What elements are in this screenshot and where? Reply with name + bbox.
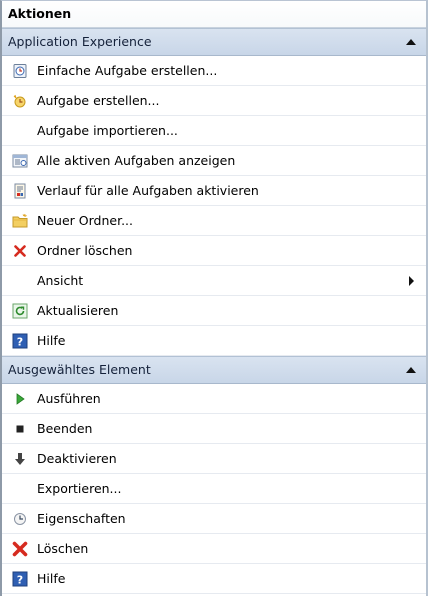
action-label: Aktualisieren — [37, 303, 119, 318]
collapse-arrow-icon[interactable] — [406, 39, 416, 45]
action-label: Deaktivieren — [37, 451, 117, 466]
properties-icon — [12, 511, 28, 527]
delete-icon — [12, 243, 28, 259]
action-show-running-tasks[interactable]: Alle aktiven Aufgaben anzeigen — [2, 146, 426, 176]
action-label: Eigenschaften — [37, 511, 126, 526]
action-label: Ausführen — [37, 391, 101, 406]
action-create-task[interactable]: Aufgabe erstellen... — [2, 86, 426, 116]
submenu-arrow-icon — [409, 276, 414, 286]
action-help[interactable]: ? Hilfe — [2, 326, 426, 356]
disable-icon — [12, 451, 28, 467]
action-new-folder[interactable]: Neuer Ordner... — [2, 206, 426, 236]
action-label: Exportieren... — [37, 481, 122, 496]
action-label: Neuer Ordner... — [37, 213, 133, 228]
action-help-selected[interactable]: ? Hilfe — [2, 564, 426, 594]
svg-text:?: ? — [17, 335, 23, 348]
action-label: Einfache Aufgabe erstellen... — [37, 63, 218, 78]
refresh-icon — [12, 303, 28, 319]
stop-icon — [12, 421, 28, 437]
action-export[interactable]: Exportieren... — [2, 474, 426, 504]
action-delete[interactable]: Löschen — [2, 534, 426, 564]
action-label: Verlauf für alle Aufgaben aktivieren — [37, 183, 259, 198]
action-create-basic-task[interactable]: Einfache Aufgabe erstellen... — [2, 56, 426, 86]
run-icon — [12, 391, 28, 407]
section-header-application-experience[interactable]: Application Experience — [2, 28, 426, 56]
section-header-selected-item[interactable]: Ausgewähltes Element — [2, 356, 426, 384]
action-properties[interactable]: Eigenschaften — [2, 504, 426, 534]
action-delete-folder[interactable]: Ordner löschen — [2, 236, 426, 266]
help-icon: ? — [12, 333, 28, 349]
action-label: Ansicht — [37, 273, 84, 288]
running-tasks-icon — [12, 153, 28, 169]
action-end[interactable]: Beenden — [2, 414, 426, 444]
action-refresh[interactable]: Aktualisieren — [2, 296, 426, 326]
create-task-icon — [12, 93, 28, 109]
action-label: Löschen — [37, 541, 89, 556]
delete-icon — [12, 541, 28, 557]
action-label: Hilfe — [37, 571, 66, 586]
section-title: Application Experience — [8, 34, 152, 49]
actions-panel: Aktionen Application Experience Einfache… — [0, 0, 428, 596]
action-label: Ordner löschen — [37, 243, 133, 258]
action-label: Aufgabe importieren... — [37, 123, 178, 138]
create-basic-task-icon — [12, 63, 28, 79]
action-label: Beenden — [37, 421, 93, 436]
help-icon: ? — [12, 571, 28, 587]
action-view-menu[interactable]: Ansicht — [2, 266, 426, 296]
action-label: Alle aktiven Aufgaben anzeigen — [37, 153, 236, 168]
new-folder-icon — [12, 213, 28, 229]
svg-text:?: ? — [17, 573, 23, 586]
action-label: Aufgabe erstellen... — [37, 93, 160, 108]
action-run[interactable]: Ausführen — [2, 384, 426, 414]
action-disable[interactable]: Deaktivieren — [2, 444, 426, 474]
history-icon — [12, 183, 28, 199]
action-enable-history[interactable]: Verlauf für alle Aufgaben aktivieren — [2, 176, 426, 206]
collapse-arrow-icon[interactable] — [406, 367, 416, 373]
action-import-task[interactable]: Aufgabe importieren... — [2, 116, 426, 146]
panel-title: Aktionen — [2, 1, 426, 28]
action-label: Hilfe — [37, 333, 66, 348]
section-title: Ausgewähltes Element — [8, 362, 151, 377]
